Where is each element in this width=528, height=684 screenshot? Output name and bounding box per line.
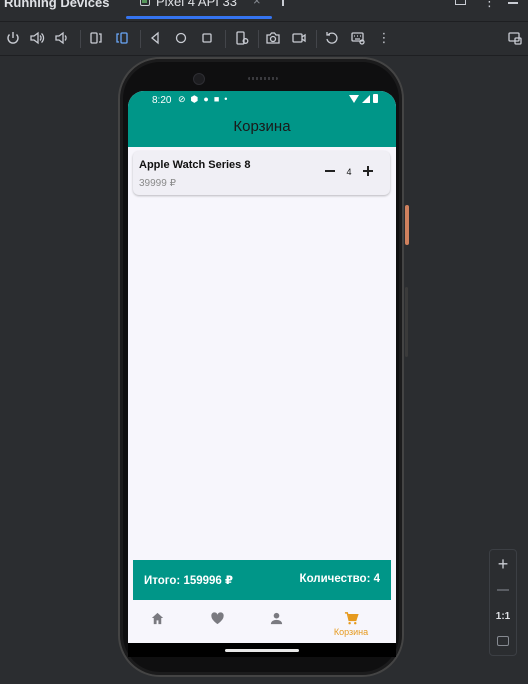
toolbar-divider	[316, 30, 317, 48]
power-icon[interactable]	[3, 27, 23, 49]
cart-total: Итого: 159996 ₽	[144, 575, 234, 587]
cart-count: Количество: 4	[299, 573, 380, 585]
reset-icon[interactable]	[322, 27, 342, 49]
toolbar-divider	[80, 30, 81, 48]
rotate-left-icon[interactable]	[86, 27, 106, 49]
minimize-icon[interactable]	[508, 2, 518, 4]
nav-cart-label: Корзина	[333, 627, 369, 637]
phone-icon	[140, 0, 150, 6]
nav-cart[interactable]: Корзина	[331, 611, 371, 643]
decrease-quantity-button[interactable]	[322, 163, 338, 179]
volume-down-icon[interactable]	[51, 27, 71, 49]
device-tab-label: Pixel 4 API 33	[156, 0, 237, 9]
home-icon[interactable]	[171, 27, 191, 49]
options-icon[interactable]: ⋮	[483, 0, 496, 10]
nav-home[interactable]	[137, 611, 177, 643]
cart-item-price: 39999 ₽	[139, 178, 176, 189]
front-camera	[193, 73, 205, 85]
back-icon[interactable]	[145, 27, 165, 49]
gesture-home-handle[interactable]	[225, 649, 299, 652]
location-icon: ●	[203, 94, 209, 104]
panel-title: Running Devices	[4, 0, 110, 10]
tab-divider	[282, 0, 284, 6]
device-toolbar: ⋮	[0, 27, 528, 51]
actual-size-button[interactable]: 1:1	[490, 604, 516, 628]
increase-quantity-button[interactable]	[360, 163, 376, 179]
status-system-icons	[349, 94, 378, 103]
toolbar-divider	[140, 30, 141, 48]
cart-icon	[344, 612, 359, 625]
status-bar: 8:20 ⊘ ⬢ ● ■ •	[128, 91, 396, 109]
fit-screen-icon	[497, 636, 509, 646]
signal-icon	[362, 94, 370, 103]
window-icon[interactable]	[455, 0, 466, 5]
person-icon	[270, 612, 282, 625]
zoom-in-button[interactable]: +	[490, 552, 516, 576]
close-icon[interactable]: ×	[253, 0, 261, 8]
volume-side-button	[405, 287, 408, 357]
device-tab[interactable]: Pixel 4 API 33 ×	[126, 0, 272, 20]
dnd-icon: ⊘	[178, 94, 186, 104]
keyboard-icon[interactable]	[348, 27, 368, 49]
sim-icon: ■	[213, 94, 220, 104]
status-time: 8:20	[152, 95, 172, 106]
cart-summary-bar: Итого: 159996 ₽ Количество: 4	[133, 560, 391, 600]
app-bar: Корзина	[128, 109, 396, 147]
toolbar-border	[0, 55, 528, 56]
page-title: Корзина	[233, 118, 291, 135]
zoom-out-button[interactable]	[490, 578, 516, 602]
screen-record-icon[interactable]	[289, 27, 309, 49]
dot-icon: •	[224, 94, 228, 104]
power-side-button	[405, 205, 409, 245]
cart-item-quantity: 4	[346, 167, 352, 177]
ide-tab-bar: Running Devices Pixel 4 API 33 × ⋮	[0, 0, 528, 22]
active-tab-indicator	[126, 16, 272, 19]
status-notification-icons: ⊘ ⬢ ● ■ •	[178, 94, 227, 105]
shield-icon: ⬢	[190, 94, 199, 104]
overview-icon[interactable]	[197, 27, 217, 49]
home-icon	[151, 612, 163, 625]
earpiece-speaker	[248, 77, 278, 80]
nav-profile[interactable]	[256, 611, 296, 643]
device-settings-icon[interactable]	[232, 27, 252, 49]
toolbar-divider	[258, 30, 259, 48]
camera-icon[interactable]	[263, 27, 283, 49]
toolbar-divider	[225, 30, 226, 48]
rotate-right-icon[interactable]	[112, 27, 132, 49]
volume-up-icon[interactable]	[27, 27, 47, 49]
cart-item-name: Apple Watch Series 8	[139, 159, 251, 171]
zoom-to-fit-button[interactable]	[490, 629, 516, 653]
minus-icon	[497, 589, 509, 591]
zoom-panel: + 1:1	[489, 549, 517, 656]
nav-favorites[interactable]	[197, 611, 237, 643]
more-icon[interactable]: ⋮	[374, 27, 394, 49]
window-icon[interactable]	[505, 27, 525, 49]
cart-item[interactable]: Apple Watch Series 8 39999 ₽ 4	[133, 151, 390, 195]
wifi-icon	[349, 94, 359, 103]
device-screen[interactable]: 8:20 ⊘ ⬢ ● ■ • Корзина Apple Watch Serie…	[128, 91, 396, 657]
battery-icon	[373, 94, 378, 103]
heart-icon	[210, 612, 224, 625]
